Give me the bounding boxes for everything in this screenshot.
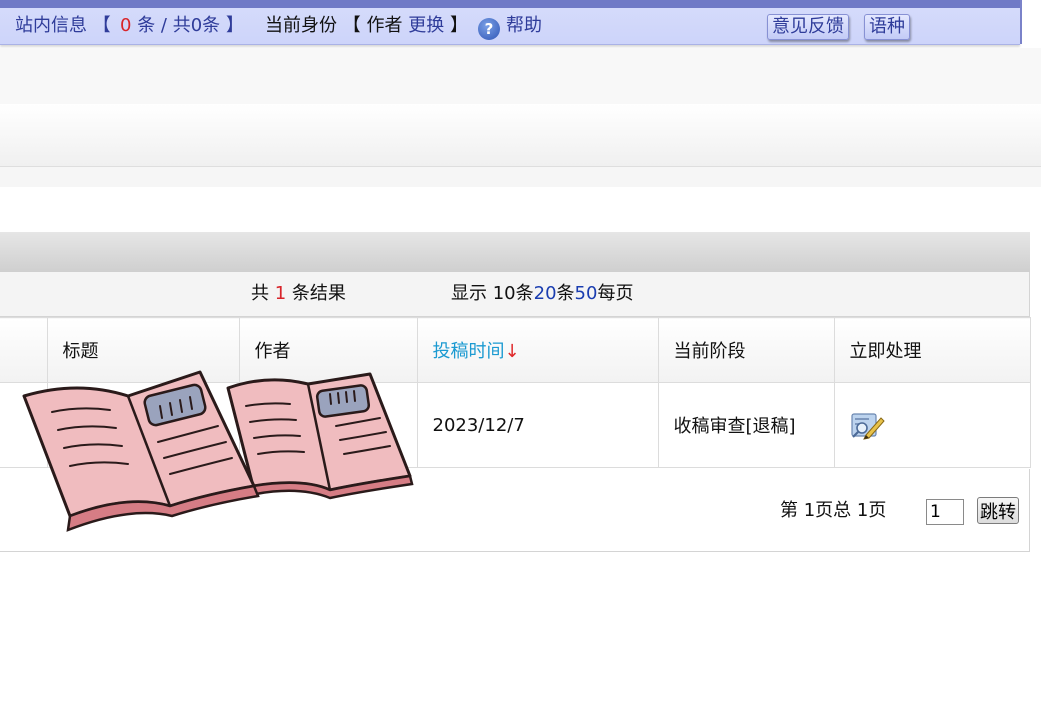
book-front [22, 370, 260, 532]
switch-identity-link[interactable]: 更换 [408, 15, 444, 36]
sort-desc-icon: ↓ [504, 341, 520, 362]
page-status: 第 1页总 1页 [780, 500, 887, 521]
help-link[interactable]: ? 帮助 [478, 14, 542, 40]
help-label: 帮助 [506, 15, 542, 36]
identity-group: 当前身份 【 作者 更换 】 [265, 14, 468, 38]
page-size-selector: 显示 10条20条50每页 [451, 282, 633, 306]
topbar-edge [1020, 0, 1041, 44]
identity-value: 作者 [366, 15, 403, 36]
unread-count-group[interactable]: 0 条 / 共0条 】 [120, 14, 244, 38]
page-size-20-link[interactable]: 20 [534, 283, 557, 304]
book-back [226, 372, 414, 500]
sub-band [0, 167, 1041, 187]
identity-bracket-open: 【 [342, 15, 361, 36]
cell-submit-time: 2023/12/7 [416, 382, 659, 468]
messages-link[interactable]: 站内信息 【 [15, 14, 111, 38]
header-submit-time[interactable]: 投稿时间↓ [416, 317, 659, 383]
jump-button[interactable]: 跳转 [977, 497, 1019, 524]
total-messages: 共0条 [172, 15, 221, 36]
help-question-icon: ? [478, 18, 500, 40]
page-size-unit: 条 [515, 283, 534, 304]
feedback-button[interactable]: 意见反馈 [767, 14, 849, 40]
result-count-text: 共 1 条结果 [251, 282, 346, 306]
top-info-bar: 站内信息 【 0 条 / 共0条 】 当前身份 【 作者 更换 】 ? 帮助 意见… [0, 0, 1041, 45]
total-suffix: 条结果 [291, 283, 346, 304]
unread-unit: 条 [137, 15, 156, 36]
header-stage: 当前阶段 [657, 317, 835, 383]
top-color-strip [0, 0, 1041, 8]
page-size-10[interactable]: 10 [493, 283, 516, 304]
sort-by-time-link[interactable]: 投稿时间 [433, 341, 505, 362]
nav-band [0, 104, 1041, 167]
display-prefix: 显示 [451, 283, 487, 304]
page-number-input[interactable] [926, 499, 964, 525]
cell-stage: 收稿审查[退稿] [657, 382, 835, 468]
count-separator: / [160, 15, 167, 36]
unread-count: 0 [120, 15, 132, 36]
bracket-open: 【 [92, 15, 111, 36]
total-prefix: 共 [251, 283, 269, 304]
header-band [0, 48, 1041, 104]
total-count: 1 [274, 283, 287, 304]
identity-label: 当前身份 [265, 15, 337, 36]
per-page-label: 每页 [597, 283, 634, 304]
header-action: 立即处理 [833, 317, 1031, 383]
page-size-unit: 条 [556, 283, 575, 304]
edit-review-icon[interactable] [850, 409, 886, 441]
messages-label: 站内信息 [15, 15, 87, 36]
bracket-close: 】 [225, 15, 244, 36]
open-books-sticker [22, 370, 414, 532]
page-size-50-link[interactable]: 50 [575, 283, 598, 304]
language-button[interactable]: 语种 [864, 14, 910, 40]
cell-action [833, 382, 1031, 468]
result-summary: 共 1 条结果 显示 10条20条50每页 [0, 272, 1030, 317]
panel-header [0, 232, 1030, 272]
identity-bracket-close: 】 [449, 15, 468, 36]
